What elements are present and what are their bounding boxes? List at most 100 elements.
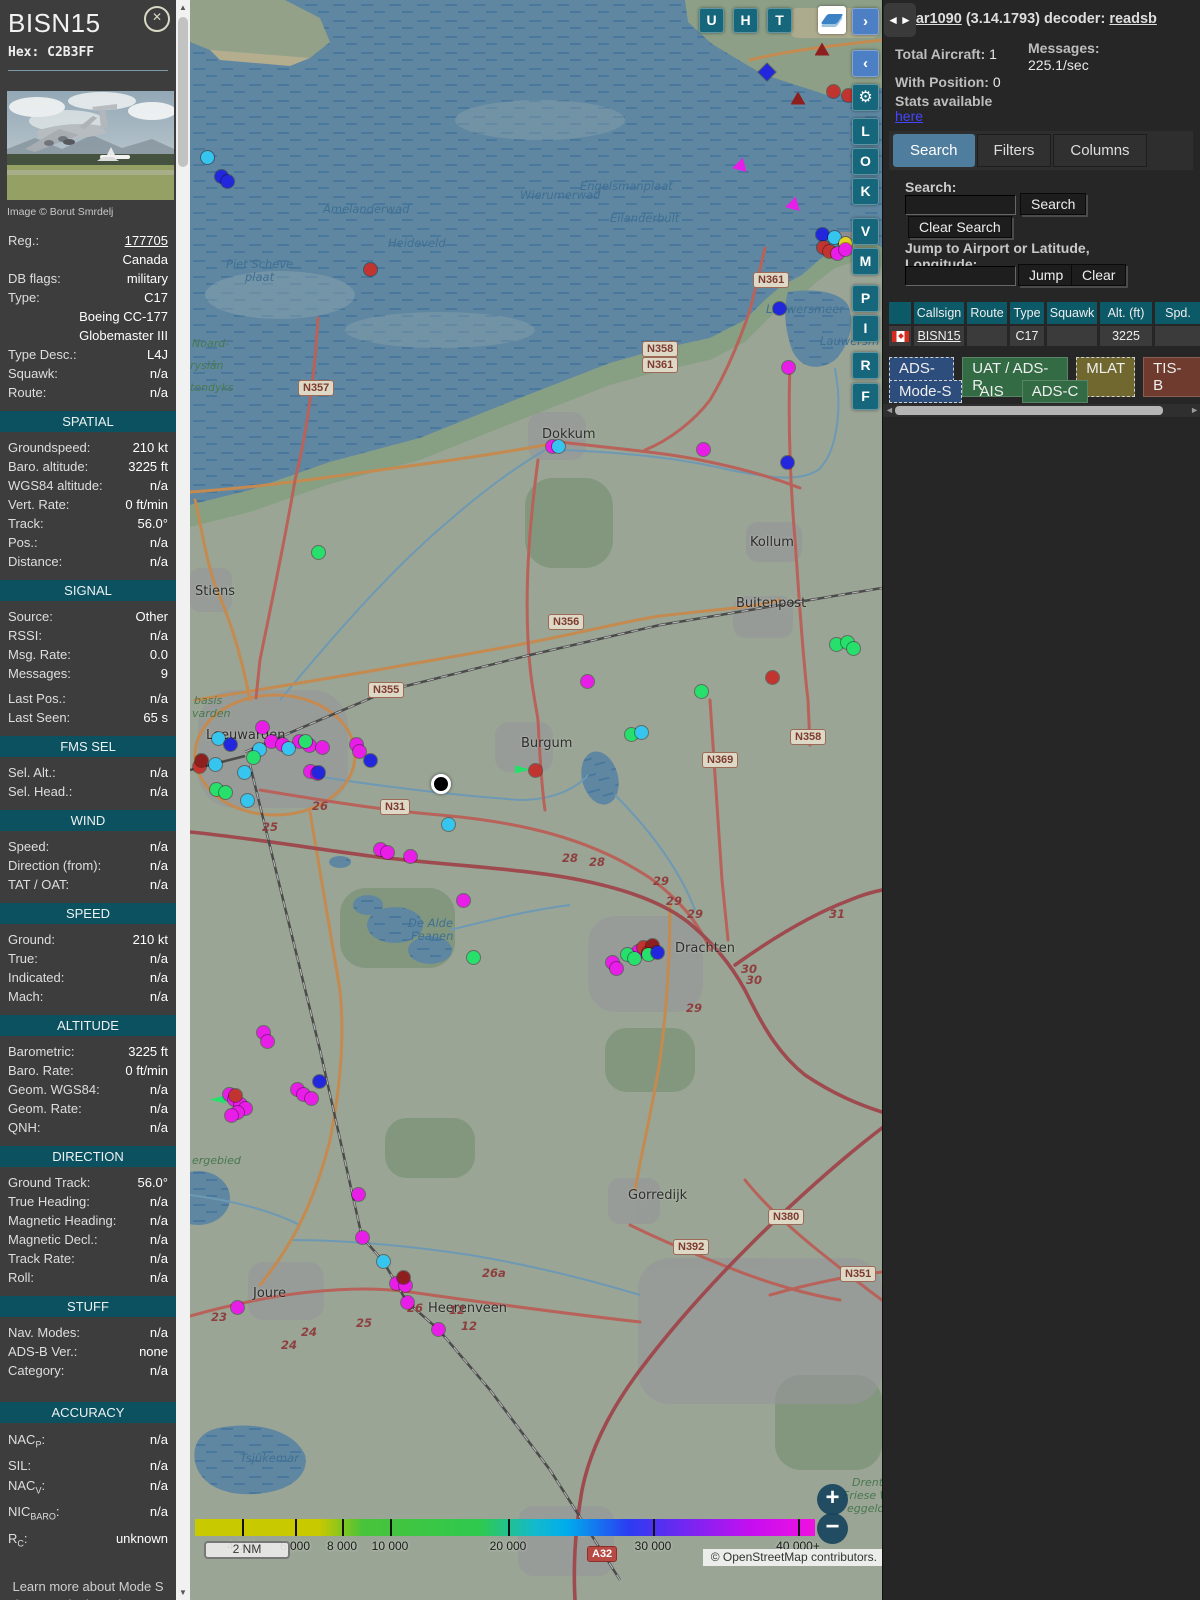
table-row[interactable]: BISN15 C17 3225 [889,324,1200,346]
zoom-in-button[interactable]: + [817,1484,848,1515]
scroll-left-icon[interactable]: ◄ [885,404,894,417]
map-button-F[interactable]: F [852,383,879,410]
aircraft-history-dot[interactable] [846,641,860,655]
aircraft-history-dot[interactable] [281,741,295,755]
aircraft-history-dot[interactable] [220,174,234,188]
badge-mode-s[interactable]: Mode-S [889,380,962,403]
column-header-Squawk[interactable]: Squawk [1047,302,1097,324]
aircraft-history-dot[interactable] [200,150,214,164]
registration-link[interactable]: 177705 [125,231,168,250]
scrollbar-thumb[interactable] [178,17,188,167]
aircraft-history-dot[interactable] [208,757,222,771]
column-header-Callsign[interactable]: Callsign [914,302,964,324]
aircraft-history-dot[interactable] [400,1295,414,1309]
scroll-right-icon[interactable]: ► [1190,404,1199,417]
tab-search[interactable]: Search [893,134,975,167]
table-horizontal-scrollbar[interactable]: ◄ ► [883,404,1200,417]
jump-button[interactable]: Jump [1018,264,1075,286]
aircraft-history-dot[interactable] [396,1270,410,1284]
aircraft-history-dot[interactable] [224,1108,238,1122]
aircraft-history-dot[interactable] [376,1254,390,1268]
column-header-Type[interactable]: Type [1010,302,1044,324]
aircraft-history-dot[interactable] [352,744,366,758]
search-input[interactable] [905,195,1016,215]
aircraft-history-dot[interactable] [380,845,394,859]
badge-ads-c[interactable]: ADS-C [1021,380,1089,403]
selected-aircraft-marker[interactable] [431,774,451,794]
tar1090-link[interactable]: tar1090 [911,11,962,27]
aircraft-history-dot[interactable] [634,725,648,739]
aircraft-history-dot[interactable] [223,737,237,751]
map-canvas[interactable]: Stiens Leeuwarden Dokkum Kollum Buitenpost Bu… [190,0,882,1600]
aircraft-history-dot[interactable] [431,1322,445,1336]
map-button-I[interactable]: I [852,315,879,342]
aircraft-history-dot[interactable] [403,849,417,863]
close-icon[interactable]: ✕ [144,6,170,32]
sidebar-scrollbar[interactable]: ▲ ▼ [176,0,190,1600]
map-button-K[interactable]: K [852,178,879,205]
aircraft-history-dot[interactable] [218,785,232,799]
aircraft-history-dot[interactable] [696,442,710,456]
aircraft-history-dot[interactable] [211,731,225,745]
aircraft-history-dot[interactable] [311,545,325,559]
map-button-V[interactable]: V [852,218,879,245]
aircraft-history-dot[interactable] [237,765,251,779]
jump-input[interactable] [905,266,1016,286]
map-button-t[interactable]: T [767,8,792,33]
aircraft-history-dot[interactable] [246,750,260,764]
map-button-R[interactable]: R [852,352,879,379]
callsign-link[interactable]: BISN15 [917,329,960,343]
aircraft-history-dot[interactable] [441,817,455,831]
aircraft-history-dot[interactable] [260,1034,274,1048]
aircraft-history-dot[interactable] [298,734,312,748]
aircraft-history-dot[interactable] [228,1088,242,1102]
column-header-flag[interactable] [889,302,911,324]
aircraft-history-dot[interactable] [627,951,641,965]
map-button-›[interactable]: › [852,8,879,35]
column-header-Spd.[interactable]: Spd. [1155,302,1200,324]
map-button-P[interactable]: P [852,285,879,312]
map-button-L[interactable]: L [852,118,879,145]
tab-columns[interactable]: Columns [1053,134,1147,167]
aircraft-history-dot[interactable] [230,1300,244,1314]
aircraft-history-dot[interactable] [363,753,377,767]
aircraft-history-dot[interactable] [765,670,779,684]
scroll-down-icon[interactable]: ▼ [176,1585,190,1600]
aircraft-history-dot[interactable] [838,242,852,256]
aircraft-history-dot[interactable] [528,763,542,777]
clear-button[interactable]: Clear [1071,264,1127,286]
badge-ais[interactable]: AIS [970,380,1014,403]
map-button-‹[interactable]: ‹ [852,50,879,77]
aircraft-history-dot[interactable] [456,893,470,907]
aircraft-history-dot[interactable] [312,1074,326,1088]
aircraft-history-dot[interactable] [580,674,594,688]
tab-filters[interactable]: Filters [976,134,1052,167]
hscroll-thumb[interactable] [895,406,1163,415]
clear-search-button[interactable]: Clear Search [908,216,1012,238]
osm-attribution[interactable]: © OpenStreetMap contributors. [702,1549,882,1566]
aircraft-history-dot[interactable] [311,765,325,779]
aircraft-history-dot[interactable] [240,793,254,807]
stats-here-link[interactable]: here [895,108,923,124]
aircraft-history-dot[interactable] [780,455,794,469]
scroll-up-icon[interactable]: ▲ [176,0,190,15]
map-button-h[interactable]: H [733,8,758,33]
aircraft-history-dot[interactable] [772,301,786,315]
settings-gear-icon[interactable]: ⚙ [852,84,879,111]
zoom-out-button[interactable]: − [817,1513,848,1544]
aircraft-history-dot[interactable] [466,950,480,964]
aircraft-history-dot[interactable] [363,262,377,276]
aircraft-history-dot[interactable] [315,740,329,754]
badge-tis-b[interactable]: TIS-B [1143,357,1200,397]
map-button-O[interactable]: O [852,148,879,175]
search-button[interactable]: Search [1020,193,1087,215]
aircraft-history-dot[interactable] [650,945,664,959]
aircraft-history-dot[interactable] [826,84,840,98]
aircraft-history-dot[interactable] [304,1091,318,1105]
map-button-u[interactable]: U [699,8,724,33]
readsb-link[interactable]: readsb [1109,11,1157,27]
map-button-M[interactable]: M [852,248,879,275]
column-header-Alt. (ft)[interactable]: Alt. (ft) [1100,302,1152,324]
aircraft-history-dot[interactable] [551,439,565,453]
layer-switcher-button[interactable] [818,6,846,34]
